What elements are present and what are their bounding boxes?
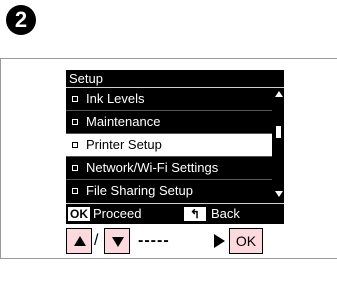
scroll-down-icon[interactable] — [275, 191, 283, 197]
bullet-icon — [72, 142, 78, 148]
bullet-icon — [72, 165, 78, 171]
panel-border-bottom — [0, 258, 337, 259]
scroll-up-icon[interactable] — [275, 91, 283, 97]
menu-item-printer-setup[interactable]: Printer Setup — [66, 134, 272, 156]
proceed-label: Proceed — [93, 206, 142, 221]
down-button[interactable] — [104, 228, 130, 254]
ok-key-icon: OK — [68, 207, 90, 221]
menu-item-ink-levels[interactable]: Ink Levels — [66, 88, 272, 110]
menu-item-file-sharing-setup[interactable]: File Sharing Setup — [66, 180, 272, 202]
ok-button-label: OK — [235, 233, 257, 249]
lcd-screen: Setup Ink Levels Maintenance Printer Set… — [66, 70, 284, 224]
scrollbar[interactable] — [274, 88, 284, 202]
bullet-icon — [72, 188, 78, 194]
scroll-thumb[interactable] — [276, 126, 281, 138]
ok-button[interactable]: OK — [229, 228, 263, 254]
panel-border-top — [0, 58, 337, 59]
setup-menu: Ink Levels Maintenance Printer Setup Net… — [66, 88, 272, 202]
bullet-icon — [72, 96, 78, 102]
menu-item-label: Network/Wi-Fi Settings — [86, 160, 219, 175]
menu-item-label: Printer Setup — [86, 137, 162, 152]
menu-item-maintenance[interactable]: Maintenance — [66, 111, 272, 133]
button-instruction: / ----- OK — [66, 228, 266, 254]
triangle-down-icon — [112, 237, 124, 247]
back-label: Back — [211, 206, 240, 221]
menu-item-network-wifi-settings[interactable]: Network/Wi-Fi Settings — [66, 157, 272, 179]
step-number-badge: 2 — [6, 5, 36, 35]
menu-item-label: File Sharing Setup — [86, 183, 193, 198]
bullet-icon — [72, 119, 78, 125]
up-button[interactable] — [66, 228, 92, 254]
arrow-right-icon — [214, 234, 225, 248]
menu-item-label: Ink Levels — [86, 91, 145, 106]
panel-border-left — [0, 58, 1, 258]
return-icon: ↰ — [184, 207, 206, 221]
triangle-up-icon — [74, 236, 86, 246]
screen-title: Setup — [69, 71, 103, 86]
or-separator: / — [94, 232, 99, 249]
menu-item-label: Maintenance — [86, 114, 161, 129]
footer-divider — [66, 203, 284, 204]
dashed-arrow-line: ----- — [138, 232, 170, 249]
